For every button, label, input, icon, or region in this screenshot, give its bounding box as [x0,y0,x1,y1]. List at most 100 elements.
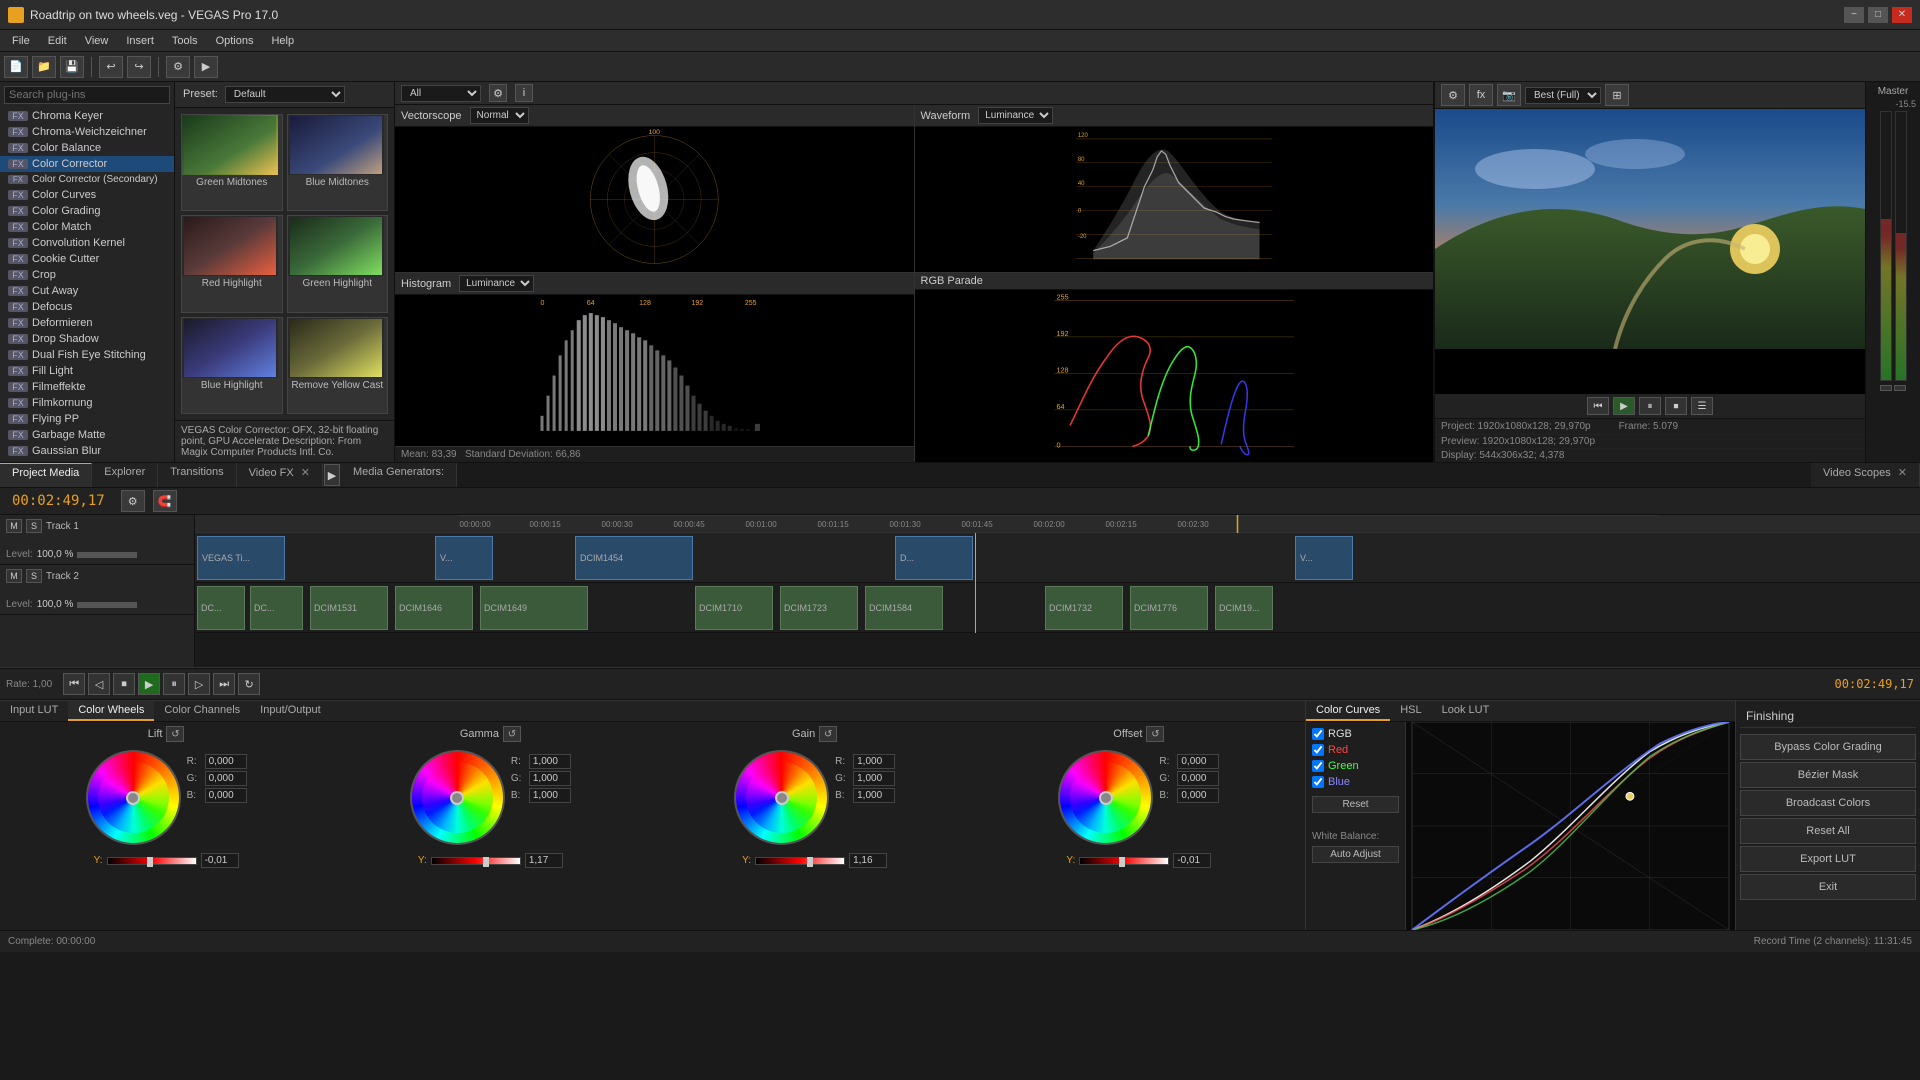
preview-play-btn[interactable]: ▶ [1613,397,1635,415]
open-button[interactable]: 📁 [32,56,56,78]
lift-color-wheel[interactable] [86,750,181,845]
curves-tab-look-lut[interactable]: Look LUT [1432,701,1500,721]
go-start-btn[interactable]: ⏮ [63,673,85,695]
clip-dcim1776[interactable]: DCIM1776 [1130,586,1208,630]
gain-r-input[interactable] [853,754,895,769]
preset-select[interactable]: Default [225,86,345,103]
track-1-level-slider[interactable] [77,552,137,558]
tab-add-btn[interactable]: ▶ [324,464,340,486]
fx-item-defocus[interactable]: FXDefocus [0,299,174,315]
gamma-r-input[interactable] [529,754,571,769]
clip-dcim1584[interactable]: DCIM1584 [865,586,943,630]
clip-dcim1732[interactable]: DCIM1732 [1045,586,1123,630]
clip-dcim1646[interactable]: DCIM1646 [395,586,473,630]
minimize-button[interactable]: − [1844,7,1864,23]
clip-dcim1710[interactable]: DCIM1710 [695,586,773,630]
save-button[interactable]: 💾 [60,56,84,78]
reset-curves-btn[interactable]: Reset [1312,796,1399,813]
gain-y-value[interactable] [849,853,887,868]
color-tab-input-output[interactable]: Input/Output [250,701,331,721]
tab-media-generators[interactable]: Media Generators: [341,463,457,487]
lift-g-input[interactable] [205,771,247,786]
go-end-btn[interactable]: ⏭ [213,673,235,695]
curves-tab-color-curves[interactable]: Color Curves [1306,701,1390,721]
color-tab-channels[interactable]: Color Channels [154,701,250,721]
clip-dcim1454[interactable]: DCIM1454 [575,536,693,580]
preset-blue-highlight[interactable]: Blue Highlight [181,317,283,414]
gamma-color-wheel[interactable] [410,750,505,845]
undo-button[interactable]: ↩ [99,56,123,78]
fx-item-flying-pp[interactable]: FXFlying PP [0,411,174,427]
fx-item-cut-away[interactable]: FXCut Away [0,283,174,299]
vectorscope-mode-select[interactable]: Normal [470,107,529,124]
gamma-b-input[interactable] [529,788,571,803]
stop-btn[interactable]: ⏹ [113,673,135,695]
color-tab-color-wheels[interactable]: Color Wheels [68,701,154,721]
fx-item-color-corrector[interactable]: FXColor Corrector [0,156,174,172]
lift-y-value[interactable] [201,853,239,868]
lift-y-slider[interactable] [107,857,197,865]
new-button[interactable]: 📄 [4,56,28,78]
fx-item-gaussian-blur[interactable]: FXGaussian Blur [0,443,174,459]
preview-grid-btn[interactable]: ⊞ [1605,84,1629,106]
redo-button[interactable]: ↪ [127,56,151,78]
broadcast-colors-btn[interactable]: Broadcast Colors [1740,790,1916,816]
timeline-snap-btn[interactable]: 🧲 [153,490,177,512]
offset-g-input[interactable] [1177,771,1219,786]
checkbox-green-input[interactable] [1312,760,1324,772]
fx-item-color-balance[interactable]: FXColor Balance [0,140,174,156]
gamma-reset-btn[interactable]: ↺ [503,726,521,742]
offset-r-input[interactable] [1177,754,1219,769]
gain-color-wheel[interactable] [734,750,829,845]
track-2-level-slider[interactable] [77,602,137,608]
maximize-button[interactable]: □ [1868,7,1888,23]
tab-scopes-close[interactable]: ✕ [1898,467,1907,479]
fx-item-filmkornung[interactable]: FXFilmkornung [0,395,174,411]
play-btn[interactable]: ▶ [138,673,160,695]
pause-btn[interactable]: ⏸ [163,673,185,695]
preset-remove-yellow[interactable]: Remove Yellow Cast [287,317,389,414]
offset-reset-btn[interactable]: ↺ [1146,726,1164,742]
bezier-mask-btn[interactable]: Bézier Mask [1740,762,1916,788]
clip-vegas-ti[interactable]: VEGAS Ti... [197,536,285,580]
offset-y-slider[interactable] [1079,857,1169,865]
gain-reset-btn[interactable]: ↺ [819,726,837,742]
reset-all-btn[interactable]: Reset All [1740,818,1916,844]
waveform-mode-select[interactable]: Luminance [978,107,1053,124]
fx-item-conv-kernel[interactable]: FXConvolution Kernel [0,235,174,251]
export-lut-btn[interactable]: Export LUT [1740,846,1916,872]
preview-quality-select[interactable]: Best (Full) [1525,87,1601,104]
checkbox-blue-input[interactable] [1312,776,1324,788]
tab-video-scopes[interactable]: Video Scopes ✕ [1811,463,1920,487]
offset-color-wheel[interactable] [1058,750,1153,845]
gamma-y-slider[interactable] [431,857,521,865]
checkbox-rgb-input[interactable] [1312,728,1324,740]
fx-item-color-corrector-sec[interactable]: FXColor Corrector (Secondary) [0,172,174,187]
preview-settings-btn[interactable]: ⚙ [1441,84,1465,106]
preset-green-highlight[interactable]: Green Highlight [287,215,389,312]
lift-r-input[interactable] [205,754,247,769]
preview-camera-btn[interactable]: 📷 [1497,84,1521,106]
color-tab-input-lut[interactable]: Input LUT [0,701,68,721]
clip-dc1[interactable]: DC... [197,586,245,630]
fx-item-dual-fish[interactable]: FXDual Fish Eye Stitching [0,347,174,363]
fx-item-garbage-matte[interactable]: FXGarbage Matte [0,427,174,443]
menu-file[interactable]: File [4,33,38,49]
tab-project-media[interactable]: Project Media [0,463,92,487]
fx-item-cookie-cutter[interactable]: FXCookie Cutter [0,251,174,267]
auto-adjust-btn[interactable]: Auto Adjust [1312,846,1399,863]
exit-btn[interactable]: Exit [1740,874,1916,900]
render-button[interactable]: ▶ [194,56,218,78]
track-1-solo[interactable]: S [26,519,42,533]
tab-video-fx-close[interactable]: ✕ [301,467,310,479]
preview-go-start-btn[interactable]: ⏮ [1587,397,1609,415]
fx-item-chroma-weich[interactable]: FXChroma-Weichzeichner [0,124,174,140]
menu-view[interactable]: View [77,33,117,49]
offset-y-value[interactable] [1173,853,1211,868]
preset-red-highlight[interactable]: Red Highlight [181,215,283,312]
clip-d1[interactable]: D... [895,536,973,580]
menu-help[interactable]: Help [263,33,302,49]
checkbox-red-input[interactable] [1312,744,1324,756]
offset-b-input[interactable] [1177,788,1219,803]
fx-item-chroma-keyer[interactable]: FXChroma Keyer [0,108,174,124]
